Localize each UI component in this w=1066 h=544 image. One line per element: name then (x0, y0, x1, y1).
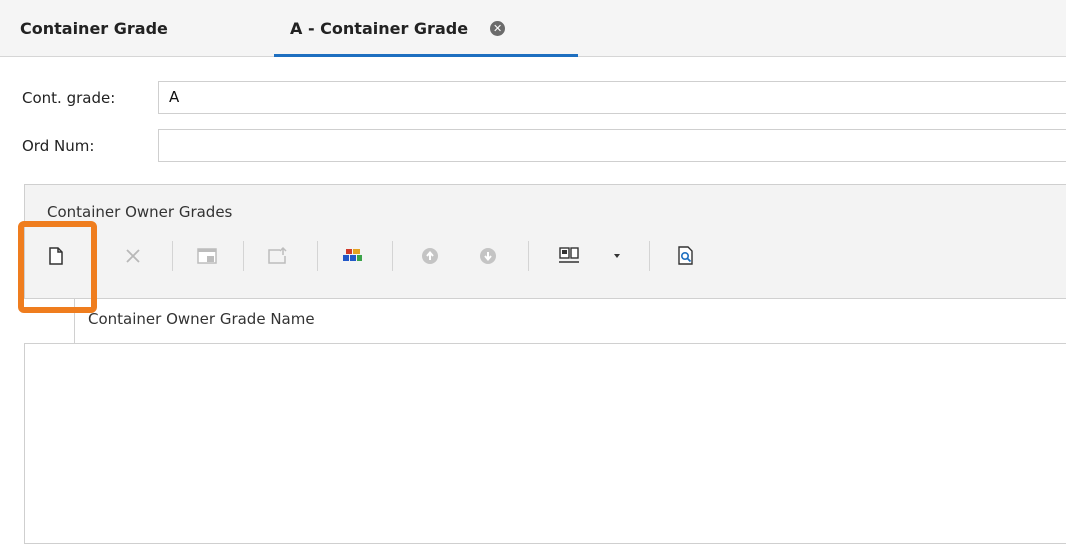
move-up-button[interactable] (414, 240, 446, 272)
export-button[interactable] (262, 240, 294, 272)
cont-grade-input[interactable]: A (158, 81, 1066, 114)
grid-header-row: Container Owner Grade Name (24, 298, 1066, 344)
toolbar-separator (528, 241, 529, 271)
dropdown-arrow-icon (614, 254, 620, 258)
toolbar-separator (649, 241, 650, 271)
tab-a-container-grade[interactable]: A - Container Grade ✕ (274, 0, 578, 57)
panel-title: Container Owner Grades (47, 203, 233, 221)
colored-blocks-icon (343, 249, 362, 261)
move-down-button[interactable] (472, 240, 504, 272)
highlight-box (18, 221, 97, 313)
column-chooser-dropdown[interactable] (604, 240, 630, 272)
cont-grade-label: Cont. grade: (22, 89, 116, 107)
column-chooser-icon (559, 247, 579, 263)
colored-blocks-button[interactable] (337, 240, 369, 272)
window-icon (197, 248, 217, 264)
column-header-container-owner-grade-name[interactable]: Container Owner Grade Name (88, 310, 315, 328)
print-preview-button[interactable] (670, 240, 702, 272)
active-tab-indicator (274, 54, 578, 57)
delete-x-icon (126, 249, 140, 263)
toolbar-separator (317, 241, 318, 271)
move-down-icon (480, 248, 496, 264)
export-icon (268, 246, 287, 264)
close-tab-icon[interactable]: ✕ (490, 20, 506, 36)
tab-label: Container Grade (20, 18, 168, 38)
print-preview-icon (678, 246, 693, 265)
container-owner-grades-panel: Container Owner Grades (24, 184, 1066, 544)
delete-button[interactable] (117, 240, 149, 272)
toolbar-separator (392, 241, 393, 271)
tab-container-grade[interactable]: Container Grade (20, 0, 168, 56)
ord-num-input[interactable] (158, 129, 1066, 162)
move-up-icon (422, 248, 438, 264)
ord-num-label: Ord Num: (22, 137, 95, 155)
window-button[interactable] (191, 240, 223, 272)
toolbar-separator (243, 241, 244, 271)
tab-strip: Container Grade A - Container Grade ✕ (0, 0, 1066, 57)
column-chooser-button[interactable] (553, 240, 585, 272)
tab-label: A - Container Grade (290, 18, 469, 38)
toolbar-separator (172, 241, 173, 271)
